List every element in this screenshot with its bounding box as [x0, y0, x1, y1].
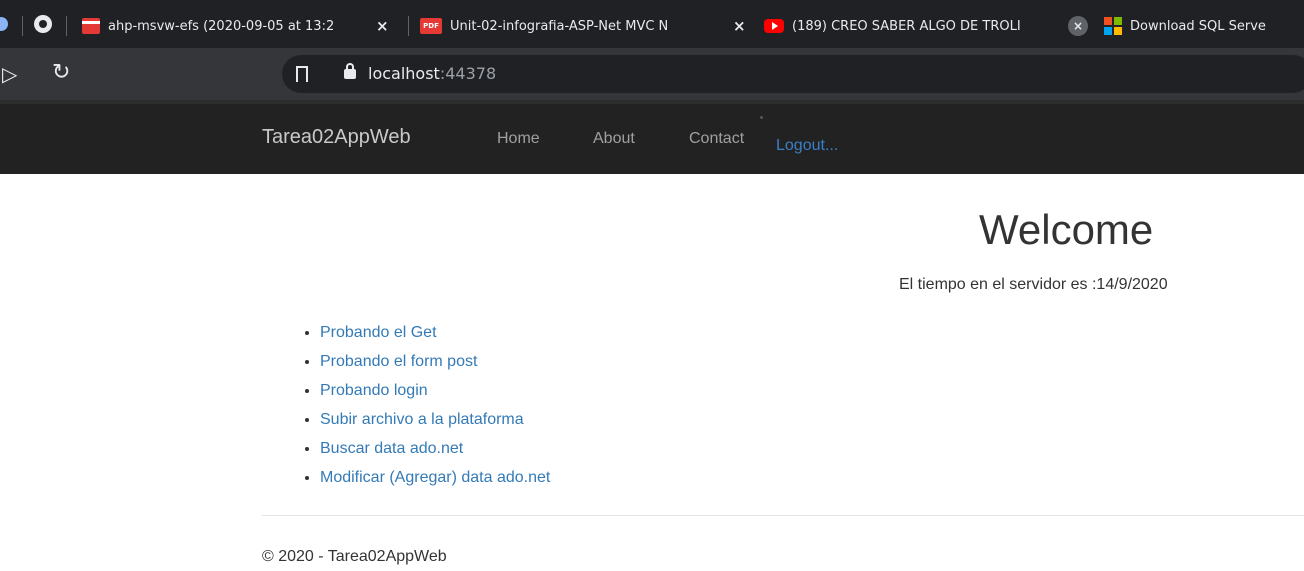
site-navbar: Tarea02AppWeb Home About Contact Logout.…	[0, 100, 1304, 174]
link-probando-login[interactable]: Probando login	[320, 382, 428, 399]
tab-title: Unit-02-infografia-ASP-Net MVC N	[450, 18, 669, 34]
link-buscar-data[interactable]: Buscar data ado.net	[320, 440, 463, 457]
forward-icon[interactable]: ▷	[2, 62, 17, 86]
list-item: Subir archivo a la plataforma	[320, 405, 550, 434]
tab-title: ahp-msvw-efs (2020-09-05 at 13:2	[108, 18, 335, 34]
tab-title: (189) CREO SABER ALGO DE TROLI	[792, 18, 1021, 34]
close-tab-icon[interactable]: ×	[733, 17, 746, 35]
tab-separator	[408, 16, 409, 36]
nav-contact-link[interactable]: Contact	[689, 130, 744, 148]
tab-download-sql-server[interactable]: Download SQL Serve	[1104, 8, 1304, 44]
url-text[interactable]: localhost:44378	[368, 64, 496, 83]
tab-separator	[66, 16, 67, 36]
list-item: Probando el form post	[320, 347, 550, 376]
page-title: Welcome	[979, 206, 1154, 253]
bookmark-icon[interactable]	[296, 66, 308, 86]
list-item: Modificar (Agregar) data ado.net	[320, 463, 550, 492]
extension-icon[interactable]	[0, 17, 8, 31]
tab-youtube[interactable]: (189) CREO SABER ALGO DE TROLI ×	[764, 8, 1090, 44]
nav-about-link[interactable]: About	[593, 130, 635, 148]
microsoft-icon	[1104, 17, 1122, 35]
nav-divider-dot	[760, 116, 763, 119]
reload-icon[interactable]: ↻	[52, 60, 70, 85]
url-host: localhost	[368, 64, 440, 83]
link-subir-archivo[interactable]: Subir archivo a la plataforma	[320, 411, 524, 428]
pdf-icon: PDF	[420, 18, 442, 34]
footer-copyright: © 2020 - Tarea02AppWeb	[262, 548, 447, 565]
tab-unit-02-infografia[interactable]: PDF Unit-02-infografia-ASP-Net MVC N ×	[420, 8, 750, 44]
list-item: Probando login	[320, 376, 550, 405]
close-tab-icon[interactable]: ×	[1068, 16, 1088, 36]
browser-toolbar: ▷ ↻ localhost:44378	[0, 48, 1304, 100]
link-probando-form-post[interactable]: Probando el form post	[320, 353, 477, 370]
tab-title: Download SQL Serve	[1130, 18, 1266, 34]
address-bar[interactable]: localhost:44378	[282, 55, 1304, 93]
brand-link[interactable]: Tarea02AppWeb	[262, 126, 411, 149]
link-probando-get[interactable]: Probando el Get	[320, 324, 437, 341]
nav-home-link[interactable]: Home	[497, 130, 540, 148]
url-port: :44378	[439, 64, 497, 83]
feature-link-list: Probando el Get Probando el form post Pr…	[300, 318, 550, 492]
browser-tab-strip: ahp-msvw-efs (2020-09-05 at 13:2 × PDF U…	[0, 0, 1304, 48]
close-tab-icon[interactable]: ×	[376, 17, 389, 35]
link-modificar-data[interactable]: Modificar (Agregar) data ado.net	[320, 469, 550, 486]
server-time-text: El tiempo en el servidor es :14/9/2020	[899, 276, 1168, 293]
tab-ahp-msvw-efs[interactable]: ahp-msvw-efs (2020-09-05 at 13:2 ×	[82, 8, 402, 44]
logout-link[interactable]: Logout...	[776, 137, 838, 155]
footer-divider	[262, 515, 1304, 516]
github-icon[interactable]	[34, 15, 52, 33]
youtube-icon	[764, 19, 784, 33]
list-item: Probando el Get	[320, 318, 550, 347]
clapperboard-icon	[82, 18, 100, 34]
tab-separator	[22, 16, 23, 36]
lock-icon[interactable]	[344, 63, 356, 79]
list-item: Buscar data ado.net	[320, 434, 550, 463]
